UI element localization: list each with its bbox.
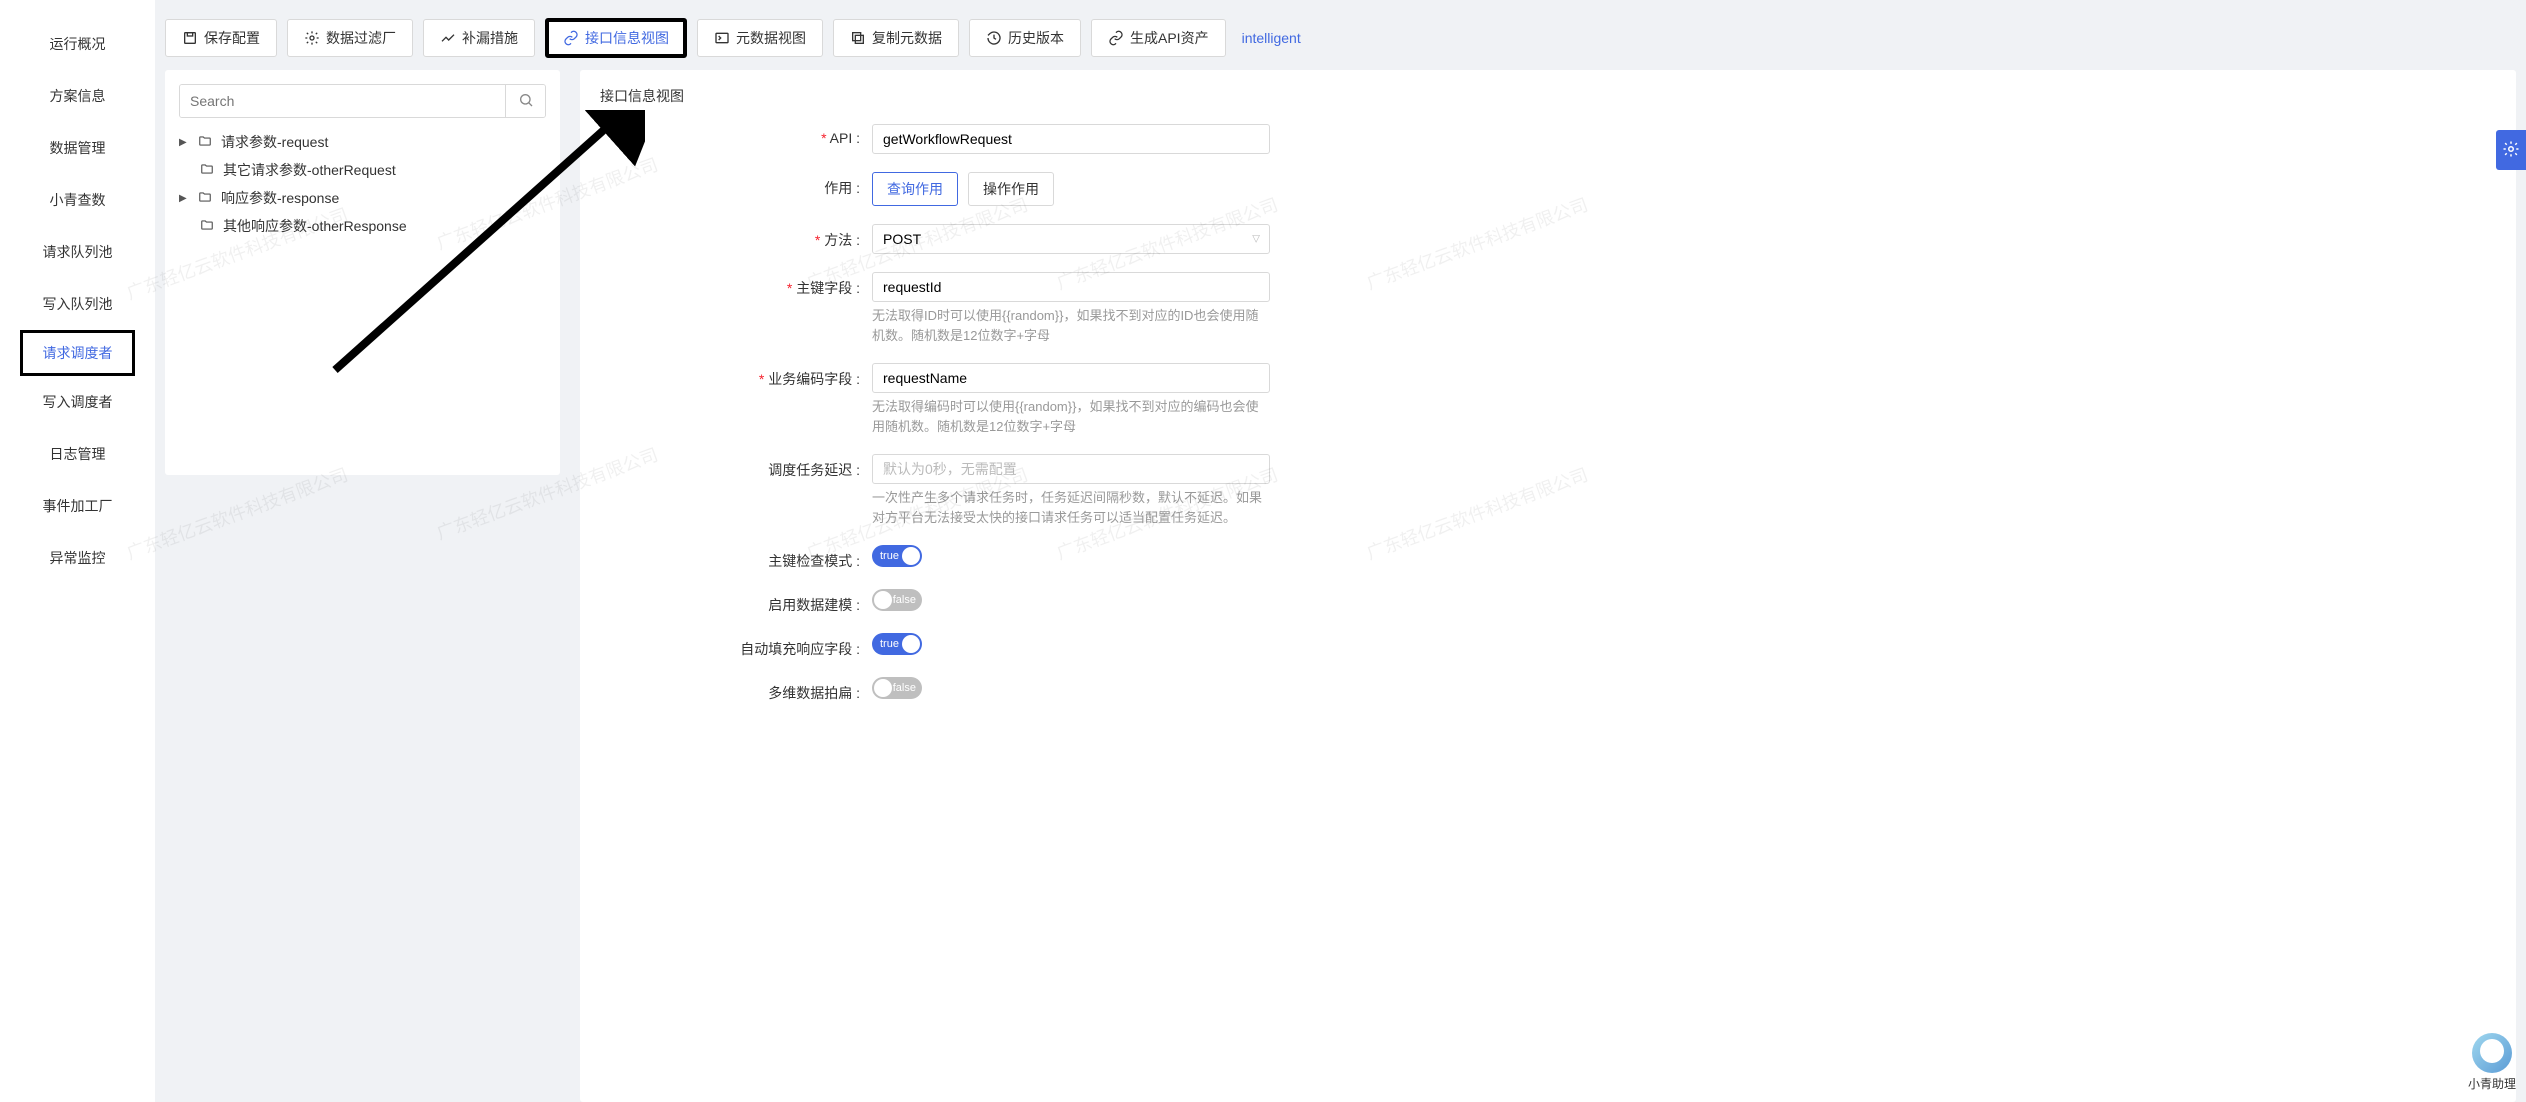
tree-item-label: 请求参数-request: [221, 132, 328, 152]
delay-label: 调度任务延迟 :: [600, 454, 872, 480]
tree-item-response[interactable]: ▶ 响应参数-response: [179, 184, 546, 212]
pk-label: 主键字段 :: [600, 272, 872, 298]
folder-icon: [197, 190, 213, 207]
settings-float-button[interactable]: [2496, 130, 2526, 170]
toolbar: 保存配置 数据过滤厂 补漏措施 接口信息视图 元数据视图 复制元数据 历史版本 …: [165, 18, 2516, 58]
switch-text: true: [880, 638, 899, 650]
switch-text: false: [893, 682, 916, 694]
chart-line-icon: [440, 30, 456, 46]
sidebar-item-logs[interactable]: 日志管理: [0, 428, 155, 480]
api-label: API :: [600, 124, 872, 146]
delay-input[interactable]: [872, 454, 1270, 484]
pk-check-switch[interactable]: true: [872, 545, 922, 567]
sidebar-item-write-scheduler[interactable]: 写入调度者: [0, 376, 155, 428]
model-label: 启用数据建模 :: [600, 589, 872, 615]
switch-text: true: [880, 550, 899, 562]
flatten-switch[interactable]: false: [872, 677, 922, 699]
patch-button[interactable]: 补漏措施: [423, 19, 535, 57]
assistant-label: 小青助理: [2468, 1075, 2516, 1092]
save-button[interactable]: 保存配置: [165, 19, 277, 57]
folder-icon: [199, 162, 215, 179]
caret-icon: ▶: [179, 193, 189, 204]
assistant-avatar-icon: [2472, 1033, 2512, 1073]
caret-icon: ▶: [179, 137, 189, 148]
autofill-switch[interactable]: true: [872, 633, 922, 655]
folder-icon: [197, 134, 213, 151]
sidebar-item-overview[interactable]: 运行概况: [0, 18, 155, 70]
filter-button[interactable]: 数据过滤厂: [287, 19, 413, 57]
tree-item-other-response[interactable]: 其他响应参数-otherResponse: [179, 212, 546, 240]
switch-text: false: [893, 594, 916, 606]
sidebar-item-data[interactable]: 数据管理: [0, 122, 155, 174]
pk-help: 无法取得ID时可以使用{{random}}，如果找不到对应的ID也会使用随机数。…: [872, 306, 1270, 345]
biz-input[interactable]: [872, 363, 1270, 393]
autofill-label: 自动填充响应字段 :: [600, 633, 872, 659]
tree-item-other-request[interactable]: 其它请求参数-otherRequest: [179, 156, 546, 184]
sidebar-item-query[interactable]: 小青查数: [0, 174, 155, 226]
sidebar-item-write-queue[interactable]: 写入队列池: [0, 278, 155, 330]
sidebar-item-request-queue[interactable]: 请求队列池: [0, 226, 155, 278]
gear-icon: [2502, 140, 2520, 161]
save-icon: [182, 30, 198, 46]
form-panel: 接口信息视图 API : 作用 : 查询作用 操作作用 方法 :: [580, 70, 2516, 1102]
search-button[interactable]: [505, 85, 545, 117]
intelligent-link[interactable]: intelligent: [1242, 30, 1301, 46]
folder-icon: [199, 218, 215, 235]
model-switch[interactable]: false: [872, 589, 922, 611]
gear-icon: [304, 30, 320, 46]
metadata-button[interactable]: 元数据视图: [697, 19, 823, 57]
history-icon: [986, 30, 1002, 46]
tree-item-label: 其他响应参数-otherResponse: [223, 216, 407, 236]
link-icon: [563, 30, 579, 46]
delay-help: 一次性产生多个请求任务时，任务延迟间隔秒数，默认不延迟。如果对方平台无法接受太快…: [872, 488, 1270, 527]
pk-check-label: 主键检查模式 :: [600, 545, 872, 571]
role-label: 作用 :: [600, 172, 872, 198]
api-input[interactable]: [872, 124, 1270, 154]
sidebar-item-exception[interactable]: 异常监控: [0, 532, 155, 584]
role-query-option[interactable]: 查询作用: [872, 172, 958, 206]
tree-item-request[interactable]: ▶ 请求参数-request: [179, 128, 546, 156]
generate-api-button[interactable]: 生成API资产: [1091, 19, 1226, 57]
method-label: 方法 :: [600, 224, 872, 250]
pk-input[interactable]: [872, 272, 1270, 302]
tree-item-label: 响应参数-response: [221, 188, 339, 208]
role-operate-option[interactable]: 操作作用: [968, 172, 1054, 206]
sidebar-item-event-factory[interactable]: 事件加工厂: [0, 480, 155, 532]
sidebar-item-request-scheduler[interactable]: 请求调度者: [20, 330, 135, 376]
assistant-button[interactable]: 小青助理: [2468, 1033, 2516, 1092]
terminal-icon: [714, 30, 730, 46]
api-icon: [1108, 30, 1124, 46]
api-view-button[interactable]: 接口信息视图: [545, 18, 687, 58]
history-button[interactable]: 历史版本: [969, 19, 1081, 57]
biz-help: 无法取得编码时可以使用{{random}}，如果找不到对应的编码也会使用随机数。…: [872, 397, 1270, 436]
sidebar-item-plan[interactable]: 方案信息: [0, 70, 155, 122]
search-input[interactable]: [180, 85, 505, 117]
copy-icon: [850, 30, 866, 46]
method-select[interactable]: [872, 224, 1270, 254]
sidebar: 运行概况 方案信息 数据管理 小青查数 请求队列池 写入队列池 请求调度者 写入…: [0, 0, 155, 1102]
tree-panel: ▶ 请求参数-request 其它请求参数-otherRequest ▶ 响应参数-…: [165, 70, 560, 475]
flatten-label: 多维数据拍扁 :: [600, 677, 872, 703]
tree-item-label: 其它请求参数-otherRequest: [223, 160, 396, 180]
panel-title: 接口信息视图: [600, 80, 2496, 124]
search-icon: [518, 92, 534, 111]
copy-metadata-button[interactable]: 复制元数据: [833, 19, 959, 57]
biz-label: 业务编码字段 :: [600, 363, 872, 389]
